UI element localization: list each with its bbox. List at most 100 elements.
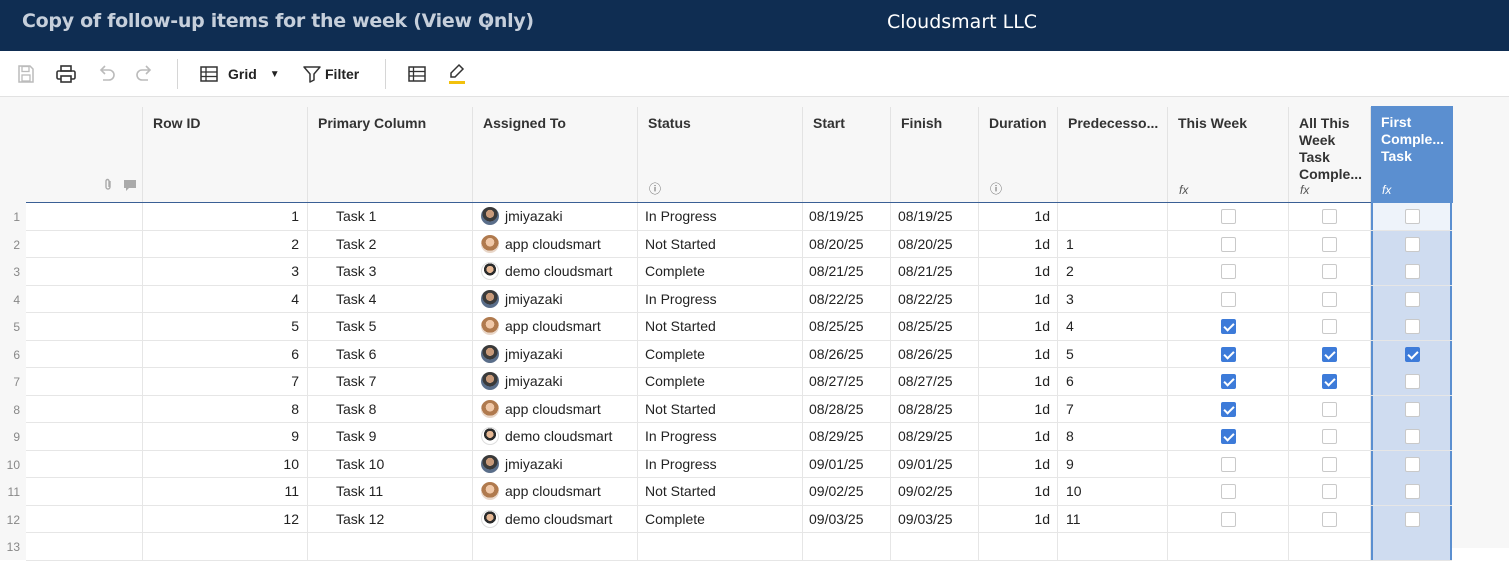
cell-status[interactable]: In Progress: [638, 285, 803, 313]
cell-start[interactable]: 08/26/25: [803, 340, 891, 368]
cell-duration[interactable]: 1d: [979, 368, 1058, 395]
cell-start[interactable]: 09/01/25: [803, 450, 891, 478]
cell-status[interactable]: [638, 533, 803, 560]
cell-duration[interactable]: 1d: [979, 203, 1058, 230]
row-number[interactable]: 9: [0, 423, 26, 450]
sheet-title[interactable]: Copy of follow-up items for the week (Vi…: [22, 10, 534, 32]
cell-predecessors[interactable]: [1058, 203, 1168, 230]
row-gutter[interactable]: [26, 285, 143, 313]
cell-start[interactable]: 09/02/25: [803, 478, 891, 505]
cell-duration[interactable]: 1d: [979, 505, 1058, 533]
cell-predecessors[interactable]: 5: [1058, 340, 1168, 368]
row-number[interactable]: 13: [0, 533, 26, 560]
cell-predecessors[interactable]: 10: [1058, 478, 1168, 505]
cell-start[interactable]: 08/19/25: [803, 203, 891, 230]
print-icon[interactable]: [55, 63, 77, 85]
cell-finish[interactable]: [891, 533, 979, 560]
cell-duration[interactable]: 1d: [979, 313, 1058, 340]
table-row[interactable]: 6 6 Task 6 jmiyazaki Complete 08/26/25 08/26/2…: [0, 340, 1452, 368]
cell-finish[interactable]: 09/02/25: [891, 478, 979, 505]
cell-predecessors[interactable]: [1058, 533, 1168, 560]
row-gutter[interactable]: [26, 340, 143, 368]
cell-predecessors[interactable]: 7: [1058, 395, 1168, 423]
cell-predecessors[interactable]: 9: [1058, 450, 1168, 478]
cell-row-id[interactable]: 10: [143, 450, 308, 478]
cell-finish[interactable]: 08/27/25: [891, 368, 979, 395]
cell-row-id[interactable]: 1: [143, 203, 308, 230]
column-header-primary[interactable]: Primary Column: [308, 107, 473, 203]
cell-row-id[interactable]: 2: [143, 230, 308, 258]
cell-primary[interactable]: Task 11: [308, 478, 473, 505]
row-gutter[interactable]: [26, 203, 143, 230]
column-header-status[interactable]: Status ⓘ: [638, 107, 803, 203]
cell-start[interactable]: 08/28/25: [803, 395, 891, 423]
cell-assigned-to[interactable]: jmiyazaki: [473, 340, 638, 368]
cell-duration[interactable]: 1d: [979, 450, 1058, 478]
cell-assigned-to[interactable]: jmiyazaki: [473, 450, 638, 478]
cell-status[interactable]: Complete: [638, 340, 803, 368]
view-selector[interactable]: Grid ▼: [199, 63, 280, 85]
cell-row-id[interactable]: 4: [143, 285, 308, 313]
cell-finish[interactable]: 09/01/25: [891, 450, 979, 478]
cell-predecessors[interactable]: 1: [1058, 230, 1168, 258]
table-row[interactable]: 9 9 Task 9 demo cloudsmart In Progress 08/29/…: [0, 423, 1452, 451]
cell-finish[interactable]: 08/21/25: [891, 258, 979, 285]
cell-assigned-to[interactable]: app cloudsmart: [473, 478, 638, 505]
row-number[interactable]: 2: [0, 230, 26, 258]
cell-duration[interactable]: 1d: [979, 395, 1058, 423]
row-number[interactable]: 7: [0, 368, 26, 395]
cell-status[interactable]: Complete: [638, 368, 803, 395]
column-header-first-complete[interactable]: First Comple... Task fx: [1371, 106, 1453, 203]
cell-finish[interactable]: 08/26/25: [891, 340, 979, 368]
cell-start[interactable]: 09/03/25: [803, 505, 891, 533]
row-number[interactable]: 10: [0, 450, 26, 478]
cell-row-id[interactable]: 8: [143, 395, 308, 423]
cell-predecessors[interactable]: 2: [1058, 258, 1168, 285]
cell-duration[interactable]: 1d: [979, 230, 1058, 258]
cell-start[interactable]: 08/21/25: [803, 258, 891, 285]
cell-row-id[interactable]: 7: [143, 368, 308, 395]
row-number[interactable]: 4: [0, 285, 26, 313]
row-gutter[interactable]: [26, 478, 143, 505]
column-header-start[interactable]: Start: [803, 107, 891, 203]
cell-assigned-to[interactable]: [473, 533, 638, 560]
cell-row-id[interactable]: [143, 533, 308, 560]
table-row[interactable]: 3 3 Task 3 demo cloudsmart Complete 08/21/25 0…: [0, 258, 1452, 286]
cell-finish[interactable]: 08/19/25: [891, 203, 979, 230]
cell-predecessors[interactable]: 8: [1058, 423, 1168, 450]
info-icon[interactable]: ⓘ: [649, 180, 661, 197]
cell-primary[interactable]: Task 8: [308, 395, 473, 423]
undo-icon[interactable]: [96, 63, 116, 85]
cell-duration[interactable]: 1d: [979, 285, 1058, 313]
table-row[interactable]: 11 11 Task 11 app cloudsmart Not Started 09/0…: [0, 478, 1452, 506]
column-header-finish[interactable]: Finish: [891, 107, 979, 203]
cell-finish[interactable]: 08/28/25: [891, 395, 979, 423]
cell-primary[interactable]: Task 6: [308, 340, 473, 368]
table-row[interactable]: 12 12 Task 12 demo cloudsmart Complete 09/03/…: [0, 505, 1452, 533]
cell-assigned-to[interactable]: jmiyazaki: [473, 285, 638, 313]
highlight-icon[interactable]: [447, 63, 467, 85]
table-row[interactable]: 8 8 Task 8 app cloudsmart Not Started 08/28/2…: [0, 395, 1452, 423]
row-number[interactable]: 3: [0, 258, 26, 285]
cell-start[interactable]: [803, 533, 891, 560]
cell-primary[interactable]: Task 4: [308, 285, 473, 313]
cell-finish[interactable]: 08/22/25: [891, 285, 979, 313]
row-number[interactable]: 8: [0, 395, 26, 423]
cell-row-id[interactable]: 12: [143, 505, 308, 533]
cell-predecessors[interactable]: 6: [1058, 368, 1168, 395]
cell-status[interactable]: In Progress: [638, 423, 803, 450]
cell-row-id[interactable]: 5: [143, 313, 308, 340]
cell-primary[interactable]: Task 7: [308, 368, 473, 395]
cell-assigned-to[interactable]: demo cloudsmart: [473, 505, 638, 533]
cell-primary[interactable]: Task 9: [308, 423, 473, 450]
cell-assigned-to[interactable]: demo cloudsmart: [473, 258, 638, 285]
row-gutter[interactable]: [26, 505, 143, 533]
cell-assigned-to[interactable]: demo cloudsmart: [473, 423, 638, 450]
cell-status[interactable]: Not Started: [638, 230, 803, 258]
row-number[interactable]: 11: [0, 478, 26, 505]
table-row[interactable]: 2 2 Task 2 app cloudsmart Not Started 08/20/2…: [0, 230, 1452, 258]
cell-duration[interactable]: 1d: [979, 340, 1058, 368]
cell-assigned-to[interactable]: app cloudsmart: [473, 230, 638, 258]
cell-row-id[interactable]: 3: [143, 258, 308, 285]
cell-finish[interactable]: 09/03/25: [891, 505, 979, 533]
